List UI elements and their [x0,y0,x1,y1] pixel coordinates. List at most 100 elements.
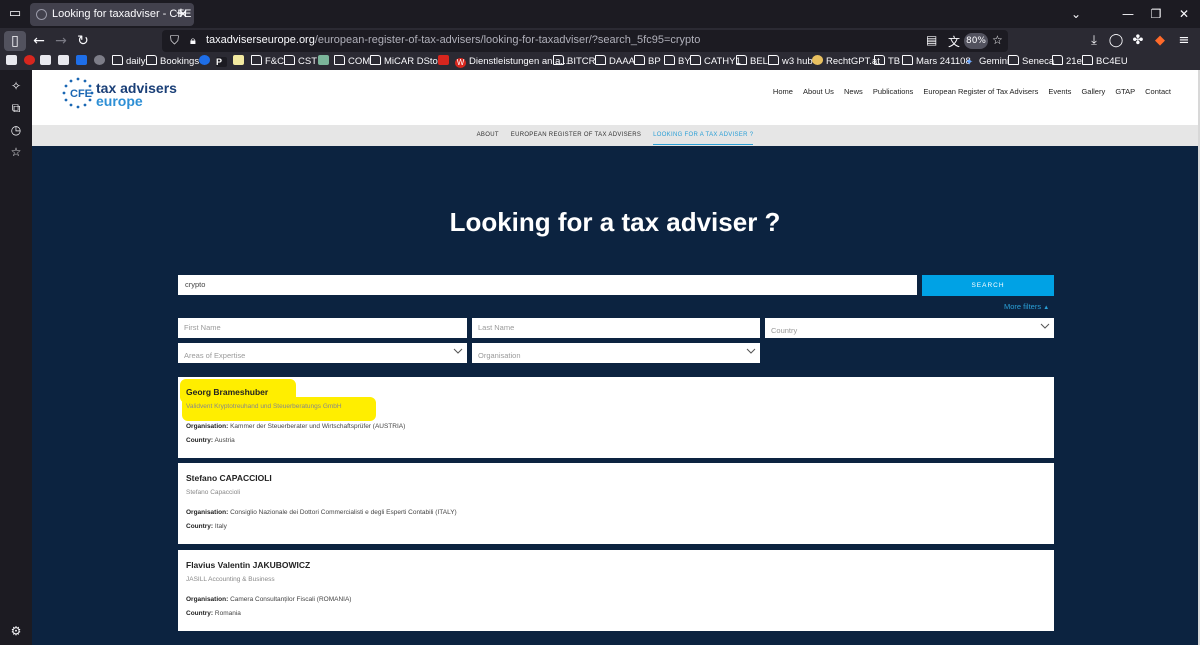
menu-european-register[interactable]: European Register of Tax Advisers [923,87,1038,96]
downloads-icon[interactable]: ⤓ [1084,31,1104,51]
bookmark-label: Seneca [1022,56,1055,67]
result-name[interactable]: Stefano CAPACCIOLI [186,473,272,483]
organisation-select[interactable]: Organisation [472,343,760,363]
bookmark-folder-bookings[interactable]: Bookings [146,55,199,69]
first-name-field[interactable]: First Name [178,318,467,338]
bookmark-folder-bitcr[interactable]: BITCR [553,55,596,69]
extensions-icon[interactable]: ✤ [1128,31,1148,51]
menu-contact[interactable]: Contact [1145,87,1171,96]
organisation-select-label: Organisation [478,351,521,360]
more-filters-label: More filters [1004,302,1042,311]
subnav-looking-for-adviser[interactable]: LOOKING FOR A TAX ADVISER ? [653,126,754,145]
bookmark-icon-7[interactable] [199,55,213,69]
result-card[interactable]: Georg Brameshuber Validvent Kryptotreuha… [178,377,1054,458]
result-country: Country: Romania [186,610,241,617]
last-name-field[interactable]: Last Name [472,318,760,338]
bookmark-folder-daily[interactable]: daily [112,55,146,69]
folder-icon [902,55,913,65]
bookmark-icon-1[interactable] [6,55,20,69]
bookmark-folder-21e[interactable]: 21e [1052,55,1082,69]
bookmark-icon-9[interactable] [233,55,247,69]
bookmark-folder-cathy1[interactable]: CATHY1 [690,55,741,69]
folder-icon [874,55,885,65]
tab-list-chevron-icon[interactable]: ⌄ [1064,4,1088,24]
bookmarks-star-icon[interactable]: ☆ [8,144,24,160]
extension-fox-icon[interactable]: ◆ [1150,31,1170,51]
zoom-level-badge[interactable]: 80% [964,33,988,49]
bookmark-icon-5[interactable] [76,55,90,69]
menu-gallery[interactable]: Gallery [1081,87,1105,96]
bookmark-folder-fc[interactable]: F&C [251,55,284,69]
lock-icon[interactable]: 🔒︎ [190,34,196,48]
subnav-european-register[interactable]: EUROPEAN REGISTER OF TAX ADVISERS [511,125,641,146]
bookmark-folder-daaa[interactable]: DAAA [595,55,635,69]
result-name[interactable]: Flavius Valentin JAKUBOWICZ [186,560,310,570]
back-icon[interactable]: ← [28,31,50,51]
url-text[interactable]: taxadviserseurope.org/european-register-… [206,34,700,46]
bookmark-folder-tb[interactable]: TB [874,55,900,69]
menu-news[interactable]: News [844,87,863,96]
close-window-icon[interactable]: ✕ [1172,4,1196,24]
bookmark-star-icon[interactable]: ☆ [992,33,1003,47]
result-organisation: Organisation: Consiglio Nazionale dei Do… [186,509,457,516]
reload-icon[interactable]: ↻ [72,31,94,51]
bookmark-icon-4[interactable] [58,55,72,69]
synced-tabs-icon[interactable]: ⧉ [8,100,24,116]
search-button[interactable]: SEARCH [922,275,1054,296]
bookmark-icon-2[interactable] [24,55,38,69]
bookmark-folder-micar[interactable]: MiCAR DStore [370,55,446,69]
tracking-shield-icon[interactable]: ⛉ [170,33,179,48]
app-menu-icon[interactable]: ≡ [1174,31,1194,51]
bookmark-icon-8[interactable]: P [216,55,230,69]
logo-line2: europe [96,93,143,109]
bookmark-icon-6[interactable] [94,55,108,69]
bookmark-dienstleistungen[interactable]: W Dienstleistungen an a... [455,55,568,69]
bookmark-gemini[interactable]: ✦ Gemini [965,55,1009,69]
menu-gtap[interactable]: GTAP [1115,87,1135,96]
account-icon[interactable]: ◯ [1106,31,1126,51]
bookmark-icon-10[interactable] [318,55,332,69]
bookmark-label: BEL [750,56,768,67]
country-select[interactable]: Country [765,318,1054,338]
areas-of-expertise-select[interactable]: Areas of Expertise [178,343,467,363]
more-filters-link[interactable]: More filters ▲ [1004,302,1049,311]
bookmark-folder-bc4eu[interactable]: BC4EU [1082,55,1128,69]
minimize-icon[interactable]: — [1116,4,1140,24]
url-bar[interactable]: ⛉ 🔒︎ taxadviserseurope.org/european-regi… [162,30,1008,52]
reader-view-icon[interactable]: ▤ [926,33,937,47]
bookmark-rechtgpt[interactable]: RechtGPT.at [812,55,880,69]
bookmark-folder-by[interactable]: BY [664,55,691,69]
bookmark-folder-com[interactable]: COM [334,55,370,69]
sidebar-toggle-icon[interactable]: ▯ [4,31,26,51]
bookmark-label: BITCR [567,56,596,67]
result-card[interactable]: Stefano CAPACCIOLI Stefano Capaccioli Or… [178,463,1054,544]
bookmark-folder-bel[interactable]: BEL [736,55,768,69]
cfe-logo[interactable]: CFE tax advisers europe [62,75,177,115]
bookmark-folder-seneca[interactable]: Seneca [1008,55,1054,69]
ai-chat-icon[interactable]: ✧ [8,78,24,94]
bookmark-folder-mars[interactable]: Mars 241108 [902,55,971,69]
menu-about-us[interactable]: About Us [803,87,834,96]
history-icon[interactable]: ◷ [8,122,24,138]
translate-icon[interactable]: 文 [948,33,960,50]
subnav-about[interactable]: ABOUT [477,125,499,146]
menu-events[interactable]: Events [1048,87,1071,96]
bookmark-folder-bp[interactable]: BP [634,55,661,69]
result-card[interactable]: Flavius Valentin JAKUBOWICZ JASILL Accou… [178,550,1054,631]
bookmark-folder-cst[interactable]: CST [284,55,317,69]
restore-icon[interactable]: ❐ [1144,4,1168,24]
bookmark-icon-3[interactable] [40,55,54,69]
new-tab-icon[interactable]: + [170,4,192,24]
country-value: Italy [214,523,227,530]
result-name[interactable]: Georg Brameshuber [186,387,268,397]
menu-publications[interactable]: Publications [873,87,913,96]
forward-icon[interactable]: → [50,31,72,51]
folder-icon [553,55,564,65]
bookmark-red-icon[interactable] [438,55,452,69]
tab-overview-icon[interactable]: ▭ [4,4,26,24]
search-input[interactable]: crypto [178,275,917,295]
result-firm: Validvent Kryptotreuhand und Steuerberat… [186,403,342,410]
menu-home[interactable]: Home [773,87,793,96]
customize-gear-icon[interactable]: ⚙ [8,623,24,639]
bookmark-folder-w3hub[interactable]: w3 hub [768,55,813,69]
